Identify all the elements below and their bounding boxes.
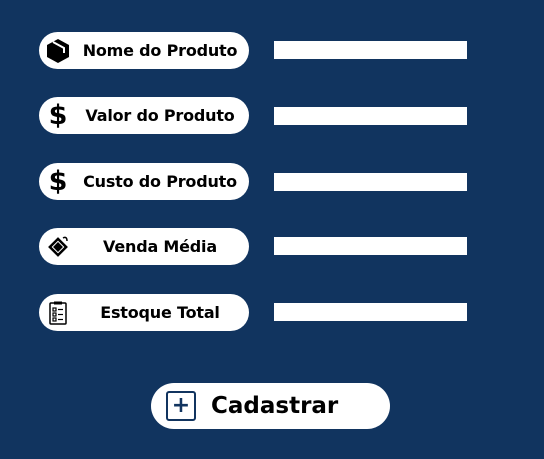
label-custo-do-produto: $ Custo do Produto: [39, 163, 249, 200]
label-venda-media: Venda Média: [39, 228, 249, 265]
cadastrar-label: Cadastrar: [211, 393, 339, 419]
box-icon: [45, 38, 71, 64]
venda-media-input[interactable]: [274, 237, 467, 255]
clipboard-icon: [45, 300, 71, 326]
plus-icon: +: [166, 391, 196, 421]
price-tag-icon: [45, 234, 71, 260]
label-valor-do-produto: $ Valor do Produto: [39, 97, 249, 134]
label-text: Venda Média: [103, 237, 217, 256]
nome-do-produto-input[interactable]: [274, 41, 467, 59]
dollar-icon: $: [48, 166, 68, 197]
label-text: Custo do Produto: [83, 172, 237, 191]
estoque-total-input[interactable]: [274, 303, 467, 321]
valor-do-produto-input[interactable]: [274, 107, 467, 125]
label-text: Estoque Total: [100, 303, 220, 322]
custo-do-produto-input[interactable]: [274, 173, 467, 191]
label-text: Nome do Produto: [82, 41, 238, 60]
label-text: Valor do Produto: [85, 106, 235, 125]
cadastrar-button[interactable]: + Cadastrar: [151, 383, 390, 429]
dollar-icon: $: [48, 100, 68, 131]
label-nome-do-produto: Nome do Produto: [39, 32, 249, 69]
label-estoque-total: Estoque Total: [39, 294, 249, 331]
